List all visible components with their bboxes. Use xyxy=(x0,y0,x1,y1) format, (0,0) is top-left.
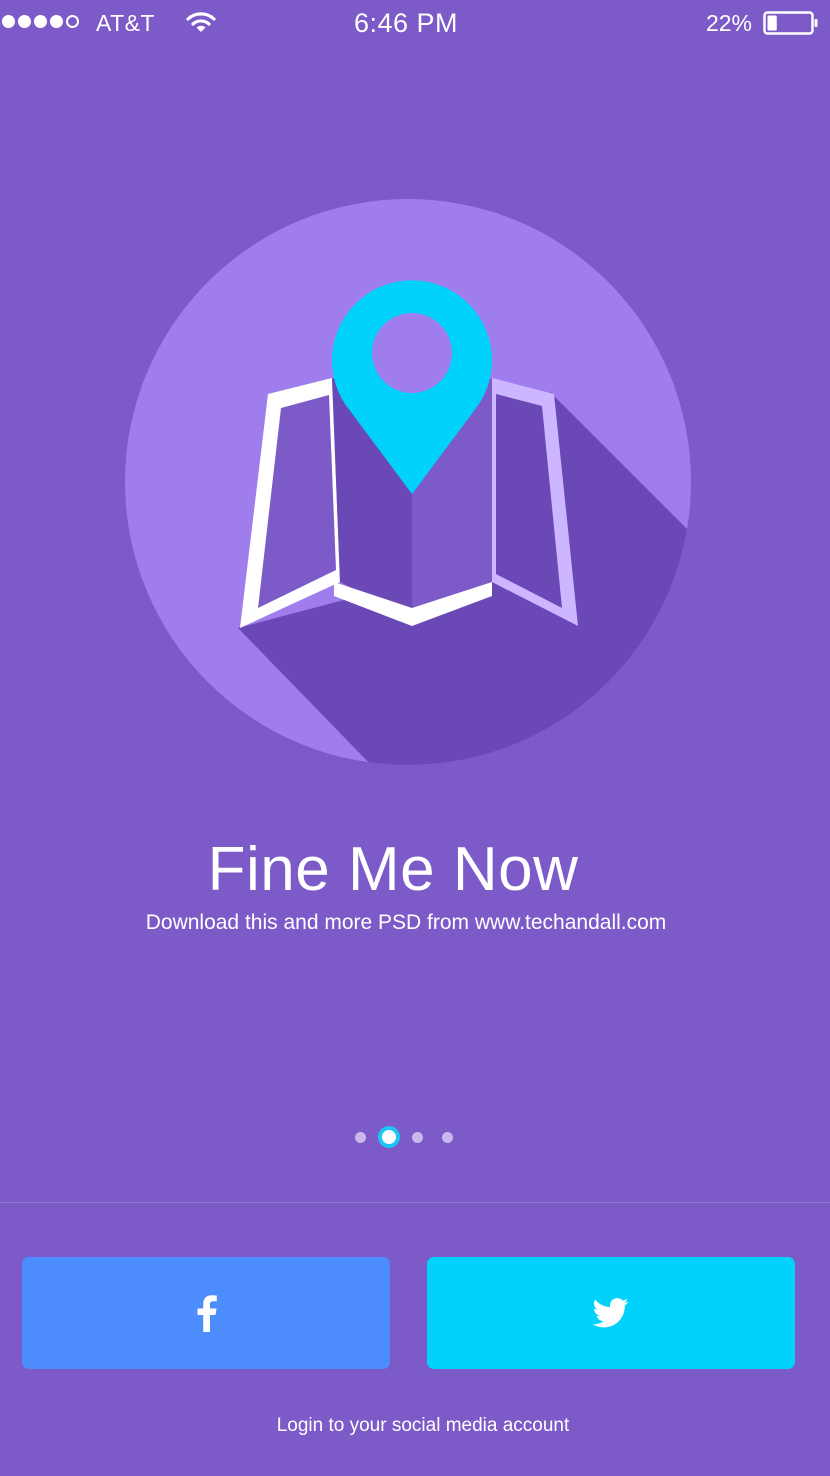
divider xyxy=(0,1202,830,1203)
status-time: 6:46 PM xyxy=(353,8,459,38)
battery-icon xyxy=(763,11,818,35)
onboarding-screen: AT&T 6:46 PM 22% Fine Me Now Download th… xyxy=(0,0,830,1476)
app-subtitle: Download this and more PSD from www.tech… xyxy=(145,911,667,934)
battery-level-fill xyxy=(767,15,777,31)
login-hint: Login to your social media account xyxy=(276,1415,570,1436)
app-title: Fine Me Now xyxy=(207,835,579,904)
page-dot-1[interactable] xyxy=(355,1131,366,1143)
page-dot-3[interactable] xyxy=(412,1131,423,1143)
status-bar: AT&T 6:46 PM 22% xyxy=(0,0,830,46)
twitter-icon xyxy=(593,1298,629,1328)
page-dot-4[interactable] xyxy=(442,1131,453,1143)
map-pin-illustration xyxy=(125,199,691,765)
twitter-login-button[interactable] xyxy=(427,1257,795,1369)
page-indicator xyxy=(355,1126,453,1148)
battery-percent: 22% xyxy=(705,10,752,36)
facebook-icon xyxy=(197,1295,217,1332)
page-dot-2-active[interactable] xyxy=(378,1126,400,1148)
facebook-login-button[interactable] xyxy=(22,1257,390,1369)
